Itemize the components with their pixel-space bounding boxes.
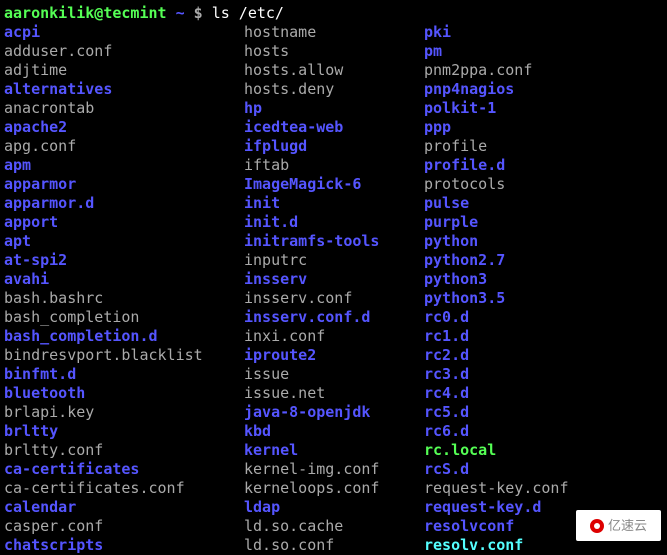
- ls-entry: initramfs-tools: [244, 232, 424, 251]
- ls-entry: python: [424, 232, 663, 251]
- prompt-command[interactable]: ls /etc/: [212, 4, 284, 22]
- ls-entry: apg.conf: [4, 137, 244, 156]
- watermark-text: 亿速云: [608, 516, 647, 535]
- ls-entry: rc3.d: [424, 365, 663, 384]
- ls-entry: python2.7: [424, 251, 663, 270]
- ls-entry: brlapi.key: [4, 403, 244, 422]
- ls-entry: profile: [424, 137, 663, 156]
- prompt-line: aaronkilik@tecmint ~ $ ls /etc/: [4, 4, 663, 23]
- ls-entry: python3.5: [424, 289, 663, 308]
- ls-entry: request-key.conf: [424, 479, 663, 498]
- ls-entry: bindresvport.blacklist: [4, 346, 244, 365]
- ls-entry: ca-certificates.conf: [4, 479, 244, 498]
- ls-entry: adduser.conf: [4, 42, 244, 61]
- ls-entry: at-spi2: [4, 251, 244, 270]
- ls-entry: chatscripts: [4, 536, 244, 555]
- ls-entry: profile.d: [424, 156, 663, 175]
- ls-entry: apparmor: [4, 175, 244, 194]
- ls-entry: ifplugd: [244, 137, 424, 156]
- ls-entry: pulse: [424, 194, 663, 213]
- ls-entry: purple: [424, 213, 663, 232]
- ls-entry: iproute2: [244, 346, 424, 365]
- ls-entry: apm: [4, 156, 244, 175]
- ls-column-3: pkipmpnm2ppa.confpnp4nagiospolkit-1ppppr…: [424, 23, 663, 555]
- ls-entry: bash_completion.d: [4, 327, 244, 346]
- ls-column-2: hostnamehostshosts.allowhosts.denyhpiced…: [244, 23, 424, 555]
- ls-entry: bluetooth: [4, 384, 244, 403]
- ls-entry: rc0.d: [424, 308, 663, 327]
- watermark: 亿速云: [576, 510, 661, 541]
- watermark-icon: [590, 519, 604, 533]
- ls-entry: rc6.d: [424, 422, 663, 441]
- ls-entry: rc.local: [424, 441, 663, 460]
- ls-entry: insserv: [244, 270, 424, 289]
- ls-entry: binfmt.d: [4, 365, 244, 384]
- ls-entry: brltty.conf: [4, 441, 244, 460]
- ls-entry: adjtime: [4, 61, 244, 80]
- ls-entry: ca-certificates: [4, 460, 244, 479]
- ls-entry: pnm2ppa.conf: [424, 61, 663, 80]
- ls-entry: rc1.d: [424, 327, 663, 346]
- ls-entry: iftab: [244, 156, 424, 175]
- ls-column-1: acpiadduser.confadjtimealternativesanacr…: [4, 23, 244, 555]
- ls-entry: ppp: [424, 118, 663, 137]
- ls-entry: pnp4nagios: [424, 80, 663, 99]
- ls-entry: init.d: [244, 213, 424, 232]
- ls-entry: pm: [424, 42, 663, 61]
- ls-entry: rc4.d: [424, 384, 663, 403]
- ls-entry: inxi.conf: [244, 327, 424, 346]
- ls-entry: java-8-openjdk: [244, 403, 424, 422]
- ls-entry: pki: [424, 23, 663, 42]
- ls-entry: issue.net: [244, 384, 424, 403]
- ls-entry: hosts.allow: [244, 61, 424, 80]
- ls-entry: anacrontab: [4, 99, 244, 118]
- ls-entry: ImageMagick-6: [244, 175, 424, 194]
- ls-entry: avahi: [4, 270, 244, 289]
- ls-entry: ld.so.conf: [244, 536, 424, 555]
- ls-entry: apparmor.d: [4, 194, 244, 213]
- ls-entry: kernel-img.conf: [244, 460, 424, 479]
- ls-entry: acpi: [4, 23, 244, 42]
- ls-entry: insserv.conf: [244, 289, 424, 308]
- ls-entry: rc5.d: [424, 403, 663, 422]
- prompt-dollar: $: [194, 4, 203, 22]
- ls-entry: ld.so.cache: [244, 517, 424, 536]
- ls-entry: issue: [244, 365, 424, 384]
- prompt-user: aaronkilik@tecmint: [4, 4, 167, 22]
- prompt-cwd: ~: [176, 4, 185, 22]
- ls-entry: rcS.d: [424, 460, 663, 479]
- ls-entry: polkit-1: [424, 99, 663, 118]
- ls-entry: kernel: [244, 441, 424, 460]
- ls-entry: python3: [424, 270, 663, 289]
- ls-entry: icedtea-web: [244, 118, 424, 137]
- ls-entry: apt: [4, 232, 244, 251]
- ls-entry: casper.conf: [4, 517, 244, 536]
- ls-entry: init: [244, 194, 424, 213]
- ls-entry: rc2.d: [424, 346, 663, 365]
- ls-entry: protocols: [424, 175, 663, 194]
- ls-entry: calendar: [4, 498, 244, 517]
- ls-entry: hosts: [244, 42, 424, 61]
- ls-entry: apache2: [4, 118, 244, 137]
- ls-entry: insserv.conf.d: [244, 308, 424, 327]
- ls-entry: apport: [4, 213, 244, 232]
- ls-entry: hostname: [244, 23, 424, 42]
- ls-entry: inputrc: [244, 251, 424, 270]
- ls-entry: kerneloops.conf: [244, 479, 424, 498]
- ls-entry: alternatives: [4, 80, 244, 99]
- ls-entry: hp: [244, 99, 424, 118]
- ls-entry: kbd: [244, 422, 424, 441]
- ls-entry: brltty: [4, 422, 244, 441]
- ls-entry: ldap: [244, 498, 424, 517]
- ls-entry: hosts.deny: [244, 80, 424, 99]
- ls-entry: bash.bashrc: [4, 289, 244, 308]
- ls-output: acpiadduser.confadjtimealternativesanacr…: [4, 23, 663, 555]
- ls-entry: bash_completion: [4, 308, 244, 327]
